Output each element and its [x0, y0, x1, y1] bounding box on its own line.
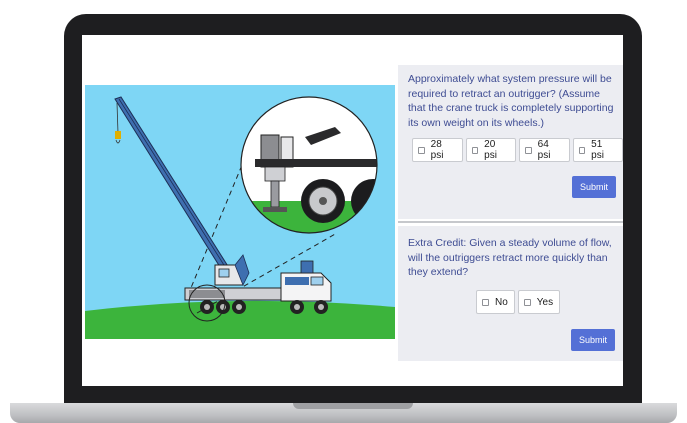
crane-illustration: [85, 85, 395, 339]
checkbox-icon[interactable]: [523, 298, 531, 306]
checkbox-icon[interactable]: [471, 146, 479, 154]
checkbox-icon[interactable]: [525, 146, 532, 154]
question1-prompt: Approximately what system pressure will …: [408, 73, 614, 129]
option-label: 51 psi: [591, 139, 604, 161]
crane-truck-outrigger-illustration: [85, 85, 395, 339]
option-yes[interactable]: Yes: [517, 290, 561, 314]
section-divider: [398, 221, 623, 223]
option-label: 64 psi: [537, 139, 551, 161]
question2-options: No Yes: [476, 290, 561, 314]
checkbox-icon[interactable]: [418, 146, 425, 154]
option-28-psi[interactable]: 28 psi: [412, 138, 463, 162]
laptop-base: [10, 403, 677, 423]
option-label: No: [495, 296, 508, 308]
laptop-screen: Approximately what system pressure will …: [82, 35, 623, 386]
option-51-psi[interactable]: 51 psi: [572, 138, 623, 162]
checkbox-icon[interactable]: [482, 298, 489, 306]
laptop-notch: [293, 403, 413, 409]
option-label: Yes: [536, 296, 554, 308]
option-label: 28 psi: [430, 139, 444, 161]
option-20-psi[interactable]: 20 psi: [465, 138, 516, 162]
option-64-psi[interactable]: 64 psi: [519, 138, 570, 162]
question2-submit-button[interactable]: Submit: [571, 329, 615, 351]
question1-submit-button[interactable]: Submit: [572, 176, 616, 198]
checkbox-icon[interactable]: [578, 146, 586, 154]
option-no[interactable]: No: [476, 290, 515, 314]
question1-options: 28 psi 20 psi 64 psi 51 psi: [412, 138, 623, 162]
option-label: 20 psi: [484, 139, 497, 161]
question2-prompt: Extra Credit: Given a steady volume of f…: [408, 237, 612, 279]
